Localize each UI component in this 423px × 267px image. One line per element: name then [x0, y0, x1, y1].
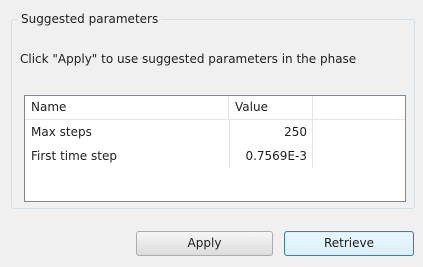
- column-header-filler: [313, 96, 405, 119]
- retrieve-button[interactable]: Retrieve: [284, 231, 414, 256]
- list-header: Name Value: [25, 96, 405, 120]
- table-row[interactable]: First time step 0.7569E-3: [25, 144, 405, 168]
- row-name: First time step: [31, 149, 117, 163]
- row-value: 250: [229, 120, 313, 144]
- row-name: Max steps: [31, 125, 92, 139]
- instruction-text: Click "Apply" to use suggested parameter…: [20, 52, 357, 66]
- column-header-name[interactable]: Name: [25, 96, 229, 119]
- group-title: Suggested parameters: [18, 11, 162, 27]
- table-row[interactable]: Max steps 250: [25, 120, 405, 144]
- apply-button[interactable]: Apply: [136, 231, 273, 256]
- row-value: 0.7569E-3: [229, 144, 313, 168]
- parameters-list[interactable]: Name Value Max steps 250 First time step…: [24, 95, 406, 202]
- column-header-value[interactable]: Value: [229, 96, 313, 119]
